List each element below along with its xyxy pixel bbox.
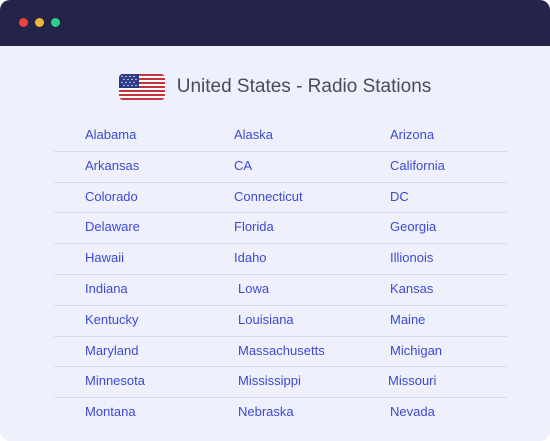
state-link[interactable]: Maine [390, 312, 425, 327]
state-link[interactable]: Florida [234, 219, 274, 234]
state-link[interactable]: Idaho [234, 250, 267, 265]
state-link[interactable]: Louisiana [238, 312, 294, 327]
state-link[interactable]: Montana [85, 404, 136, 419]
state-link[interactable]: Kentucky [85, 312, 138, 327]
state-link[interactable]: Connecticut [234, 189, 303, 204]
state-link[interactable]: CA [234, 158, 252, 173]
maximize-dot-icon[interactable] [51, 18, 60, 27]
table-row: Colorado Connecticut DC [54, 183, 507, 214]
page-content: United States - Radio Stations Alabama A… [0, 46, 550, 441]
state-link[interactable]: Arkansas [85, 158, 139, 173]
close-dot-icon[interactable] [19, 18, 28, 27]
state-link[interactable]: Hawaii [85, 250, 124, 265]
state-link[interactable]: Alabama [85, 127, 136, 142]
state-link[interactable]: Nebraska [238, 404, 294, 419]
state-link[interactable]: Massachusetts [238, 343, 325, 358]
minimize-dot-icon[interactable] [35, 18, 44, 27]
table-row: Kentucky Louisiana Maine [54, 306, 507, 337]
table-row: Alabama Alaska Arizona [54, 121, 507, 152]
state-link[interactable]: Mississippi [238, 373, 301, 388]
state-link[interactable]: Michigan [390, 343, 442, 358]
state-link[interactable]: Georgia [390, 219, 436, 234]
us-flag-icon [118, 74, 165, 100]
state-link[interactable]: Delaware [85, 219, 140, 234]
state-link[interactable]: DC [390, 189, 409, 204]
state-list: Alabama Alaska Arizona Arkansas CA Calif… [54, 121, 507, 428]
table-row: Minnesota Mississippi Missouri [54, 367, 507, 399]
state-link[interactable]: Colorado [85, 189, 138, 204]
state-link[interactable]: Illionois [390, 250, 433, 265]
state-link[interactable]: Minnesota [85, 373, 145, 388]
state-link[interactable]: Alaska [234, 127, 273, 142]
state-link[interactable]: Indiana [85, 281, 128, 296]
browser-window: United States - Radio Stations Alabama A… [0, 0, 550, 441]
state-link[interactable]: Maryland [85, 343, 138, 358]
state-link[interactable]: Arizona [390, 127, 434, 142]
table-row: Arkansas CA California [54, 152, 507, 183]
state-link[interactable]: Lowa [238, 281, 269, 296]
table-row: Montana Nebraska Nevada [54, 398, 507, 428]
table-row: Hawaii Idaho Illionois [54, 244, 507, 275]
page-title: United States - Radio Stations [176, 76, 432, 97]
title-bar [0, 0, 550, 46]
state-link[interactable]: Missouri [388, 373, 436, 388]
table-row: Indiana Lowa Kansas [54, 275, 507, 306]
state-link[interactable]: California [390, 158, 445, 173]
state-link[interactable]: Kansas [390, 281, 433, 296]
table-row: Maryland Massachusetts Michigan [54, 337, 507, 368]
state-link[interactable]: Nevada [390, 404, 435, 419]
table-row: Delaware Florida Georgia [54, 213, 507, 245]
page-heading: United States - Radio Stations [0, 73, 550, 101]
